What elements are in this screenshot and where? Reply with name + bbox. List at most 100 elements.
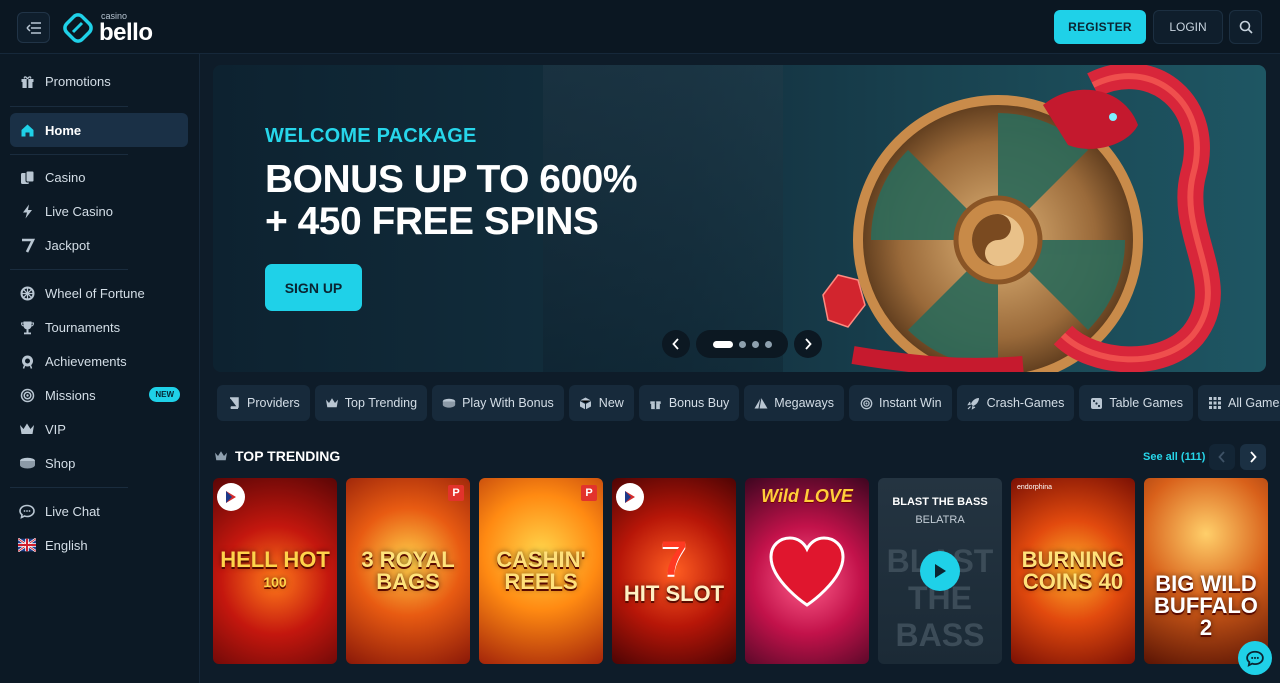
sidebar-item-language[interactable]: English bbox=[10, 528, 188, 562]
divider bbox=[10, 106, 128, 107]
carousel-next-button[interactable] bbox=[794, 330, 822, 358]
register-button[interactable]: REGISTER bbox=[1054, 10, 1146, 44]
play-button[interactable] bbox=[920, 551, 960, 591]
game-title-line-2: HIT SLOT bbox=[623, 581, 725, 606]
sidebar-item-label: Casino bbox=[45, 169, 86, 185]
game-tile[interactable]: BLAST THE BASS BELATRA BLAST THE BASS bbox=[878, 478, 1002, 664]
home-icon bbox=[18, 121, 36, 139]
gift-icon bbox=[649, 396, 663, 410]
sidebar-item-casino[interactable]: Casino bbox=[10, 160, 188, 194]
sidebar-item-label: Home bbox=[45, 122, 82, 138]
heart-icon bbox=[769, 536, 845, 607]
welcome-banner[interactable]: WELCOME PACKAGE BONUS UP TO 600% + 450 F… bbox=[213, 65, 1266, 372]
games-next-button[interactable] bbox=[1240, 444, 1266, 470]
target-icon bbox=[18, 386, 36, 404]
provider-logo-icon bbox=[616, 483, 644, 511]
category-label: Megaways bbox=[774, 396, 835, 410]
category-instant-win[interactable]: Instant Win bbox=[849, 385, 952, 421]
category-label: New bbox=[598, 396, 624, 410]
game-tile[interactable]: 7 HIT SLOT bbox=[612, 478, 736, 664]
category-megaways[interactable]: Megaways bbox=[744, 385, 845, 421]
chevron-left-icon bbox=[672, 338, 679, 350]
casino-bello-logo[interactable]: casino bello bbox=[63, 10, 153, 46]
game-title-line-1: HELL HOT bbox=[220, 547, 330, 572]
banner-title-line-1: BONUS UP TO 600% bbox=[265, 158, 638, 201]
category-new[interactable]: New bbox=[568, 385, 634, 421]
grid-icon bbox=[1208, 396, 1222, 410]
sidebar-item-promotions[interactable]: Promotions bbox=[10, 64, 188, 98]
play-icon bbox=[935, 564, 946, 578]
new-badge: NEW bbox=[149, 387, 180, 402]
search-button[interactable] bbox=[1229, 10, 1262, 44]
gift-icon bbox=[18, 72, 36, 90]
game-title: 3 ROYAL BAGS bbox=[355, 549, 460, 593]
sidebar-item-label: Live Chat bbox=[45, 503, 100, 519]
provider-logo-icon bbox=[217, 483, 245, 511]
category-all-games[interactable]: All Games bbox=[1198, 385, 1280, 421]
sidebar-item-achievements[interactable]: Achievements bbox=[10, 344, 188, 378]
sidebar-item-home[interactable]: Home bbox=[10, 113, 188, 147]
sidebar-item-missions[interactable]: Missions NEW bbox=[10, 378, 188, 412]
category-label: Crash-Games bbox=[986, 396, 1065, 410]
top-bar: casino bello REGISTER LOGIN bbox=[0, 0, 1280, 54]
game-title-line-1: BIG WILD bbox=[1155, 571, 1257, 596]
category-crash-games[interactable]: Crash-Games bbox=[956, 385, 1075, 421]
logo-mark-icon bbox=[63, 13, 93, 43]
game-tile[interactable]: P 3 ROYAL BAGS bbox=[346, 478, 470, 664]
see-all-link[interactable]: See all (111) bbox=[1143, 451, 1205, 463]
category-bonus-buy[interactable]: Bonus Buy bbox=[638, 385, 740, 421]
sidebar-item-label: Jackpot bbox=[45, 237, 90, 253]
category-providers[interactable]: Providers bbox=[217, 385, 310, 421]
game-tile[interactable]: Wild LOVE bbox=[745, 478, 869, 664]
category-play-with-bonus[interactable]: Play With Bonus bbox=[432, 385, 564, 421]
lightning-icon bbox=[18, 202, 36, 220]
sidebar-item-vip[interactable]: VIP bbox=[10, 412, 188, 446]
sidebar-item-live-casino[interactable]: Live Casino bbox=[10, 194, 188, 228]
wheel-icon bbox=[18, 284, 36, 302]
rocket-icon bbox=[967, 396, 981, 410]
sidebar-item-wheel-of-fortune[interactable]: Wheel of Fortune bbox=[10, 276, 188, 310]
carousel-dot[interactable] bbox=[764, 340, 772, 348]
category-bar: Providers Top Trending Play With Bonus N… bbox=[217, 385, 1280, 421]
cube-icon bbox=[579, 396, 593, 410]
pyramid-icon bbox=[754, 396, 768, 410]
sidebar-item-label: Live Casino bbox=[45, 203, 113, 219]
sign-up-button[interactable]: SIGN UP bbox=[265, 264, 362, 311]
game-tile[interactable]: P CASHIN' REELS bbox=[479, 478, 603, 664]
games-prev-button[interactable] bbox=[1209, 444, 1235, 470]
category-table-games[interactable]: Table Games bbox=[1079, 385, 1194, 421]
sidebar-item-jackpot[interactable]: Jackpot bbox=[10, 228, 188, 262]
banner-title-line-2: + 450 FREE SPINS bbox=[265, 200, 599, 243]
chat-icon bbox=[1246, 650, 1264, 667]
sidebar-item-tournaments[interactable]: Tournaments bbox=[10, 310, 188, 344]
carousel-dot[interactable] bbox=[738, 340, 746, 348]
crown-icon bbox=[18, 420, 36, 438]
carousel-dot-active[interactable] bbox=[712, 340, 733, 348]
target-icon bbox=[859, 396, 873, 410]
sidebar-item-live-chat[interactable]: Live Chat bbox=[10, 494, 188, 528]
game-title-line-2: REELS bbox=[504, 569, 578, 594]
live-chat-button[interactable] bbox=[1238, 641, 1272, 675]
game-title-line-1: 7 bbox=[660, 533, 688, 586]
chevron-right-icon bbox=[1250, 451, 1257, 463]
sidebar: Promotions Home Casino Live Casino Jackp… bbox=[0, 54, 200, 683]
sidebar-item-label: VIP bbox=[45, 421, 66, 437]
game-tiles-row: HELL HOT 100 P 3 ROYAL BAGS P CASHIN' REELS… bbox=[213, 478, 1268, 664]
collapse-menu-button[interactable] bbox=[17, 12, 50, 43]
uk-flag-icon bbox=[18, 536, 36, 554]
category-label: Bonus Buy bbox=[668, 396, 730, 410]
dragon-wheel-illustration bbox=[822, 65, 1221, 372]
game-tile[interactable]: HELL HOT 100 bbox=[213, 478, 337, 664]
game-title-line-2: COINS 40 bbox=[1022, 569, 1124, 594]
carousel-dot[interactable] bbox=[751, 340, 759, 348]
provider-name: endorphina bbox=[1017, 484, 1053, 491]
trophy-icon bbox=[18, 318, 36, 336]
carousel-prev-button[interactable] bbox=[662, 330, 690, 358]
game-tile[interactable]: endorphina BURNING COINS 40 bbox=[1011, 478, 1135, 664]
game-tile[interactable]: BIG WILD BUFFALO 2 bbox=[1144, 478, 1268, 664]
sidebar-item-label: Wheel of Fortune bbox=[45, 285, 145, 301]
category-label: Providers bbox=[247, 396, 300, 410]
sidebar-item-shop[interactable]: Shop bbox=[10, 446, 188, 480]
login-button[interactable]: LOGIN bbox=[1153, 10, 1223, 44]
category-top-trending[interactable]: Top Trending bbox=[314, 385, 428, 421]
